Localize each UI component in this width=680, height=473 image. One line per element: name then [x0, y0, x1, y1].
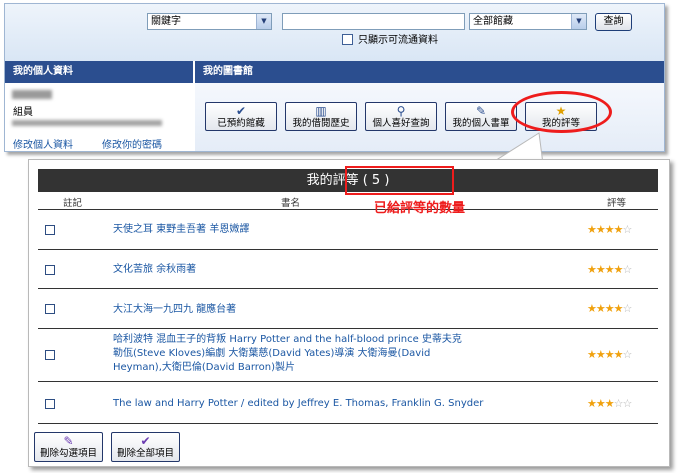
change-password-link[interactable]: 修改你的密碼 — [102, 136, 162, 151]
screenshot-stage: 關鍵字 ▼ 全部館藏 ▼ 查詢 只顯示可流通資料 我的個人資料 我的圖書館 組員… — [0, 0, 680, 473]
search-field-select[interactable]: 關鍵字 ▼ — [147, 13, 272, 30]
profile-header: 我的個人資料 — [5, 61, 193, 83]
reserved-items-label: 已預約館藏 — [217, 118, 265, 129]
table-row: 大江大海一九四九 龍應台著 ★★★★☆ — [38, 289, 658, 329]
row-checkbox[interactable] — [45, 265, 55, 275]
ratings-panel: 我的評等 ( 5 ) 註記 書名 評等 天使之耳 東野圭吾著 羊恩媺譯 ★★★★… — [28, 159, 670, 467]
check-delete-icon: ✔ — [140, 434, 151, 448]
star-rating: ★★★★☆ — [587, 348, 632, 361]
book-title-link[interactable]: The law and Harry Potter / edited by Jef… — [113, 397, 533, 411]
notepad-delete-icon: ✎ — [63, 434, 74, 448]
library-header: 我的圖書館 — [195, 61, 664, 83]
delete-all-label: 刪除全部項目 — [116, 448, 174, 459]
book-title-link[interactable]: 大江大海一九四九 龍應台著 — [113, 303, 468, 317]
row-checkbox[interactable] — [45, 304, 55, 314]
row-checkbox[interactable] — [45, 399, 55, 409]
search-bar: 關鍵字 ▼ 全部館藏 ▼ 查詢 只顯示可流通資料 — [5, 4, 664, 61]
row-checkbox[interactable] — [45, 350, 55, 360]
star-rating: ★★★☆☆ — [587, 397, 632, 410]
edit-profile-link[interactable]: 修改個人資料 — [13, 136, 73, 151]
column-rating: 評等 — [607, 198, 627, 209]
book-title-link[interactable]: 文化苦旅 余秋雨著 — [113, 263, 468, 277]
available-only-label: 只顯示可流通資料 — [358, 35, 438, 46]
search-field-select-value: 關鍵字 — [151, 16, 181, 27]
chevron-down-icon: ▼ — [256, 14, 271, 29]
ratings-count-annotation: 已給評等的數量 — [374, 201, 466, 216]
library-select[interactable]: 全部館藏 ▼ — [469, 13, 587, 30]
row-divider — [38, 423, 658, 424]
row-checkbox[interactable] — [45, 225, 55, 235]
chevron-down-icon: ▼ — [571, 14, 586, 29]
star-rating: ★★★★☆ — [587, 223, 632, 236]
redacted-email — [12, 120, 162, 126]
ratings-count-highlight — [345, 166, 454, 195]
table-row: 天使之耳 東野圭吾著 羊恩媺譯 ★★★★☆ — [38, 210, 658, 250]
preference-search-button[interactable]: ⚲ 個人喜好查詢 — [365, 102, 437, 131]
profile-body: 組員 修改個人資料 修改你的密碼 — [5, 83, 193, 151]
notepad-icon: ✎ — [475, 104, 487, 118]
reserved-items-button[interactable]: ✔ 已預約館藏 — [205, 102, 277, 131]
delete-checked-label: 刪除勾選項目 — [39, 448, 97, 459]
available-only-checkbox[interactable] — [342, 34, 353, 45]
preference-search-label: 個人喜好查詢 — [372, 118, 430, 129]
library-select-value: 全部館藏 — [473, 16, 513, 27]
column-title: 書名 — [281, 198, 301, 209]
check-icon: ✔ — [235, 104, 247, 118]
user-role: 組員 — [13, 107, 33, 118]
column-mark: 註記 — [63, 198, 83, 209]
ratings-button-highlight — [511, 91, 612, 133]
borrow-history-label: 我的借閱歷史 — [292, 118, 350, 129]
books-icon: ▥ — [315, 104, 327, 118]
star-rating: ★★★★☆ — [587, 263, 632, 276]
available-only-option[interactable]: 只顯示可流通資料 — [342, 34, 438, 48]
book-title-link[interactable]: 哈利波特 混血王子的背叛 Harry Potter and the half-b… — [113, 333, 468, 375]
delete-all-button[interactable]: ✔ 刪除全部項目 — [111, 432, 180, 462]
binoculars-icon: ⚲ — [396, 104, 406, 118]
borrow-history-button[interactable]: ▥ 我的借閱歷史 — [285, 102, 357, 131]
search-input[interactable] — [282, 13, 465, 30]
search-button[interactable]: 查詢 — [595, 13, 632, 31]
my-booklist-label: 我的個人書單 — [452, 118, 510, 129]
table-row: 文化苦旅 余秋雨著 ★★★★☆ — [38, 250, 658, 289]
star-rating: ★★★★☆ — [587, 302, 632, 315]
table-row: The law and Harry Potter / edited by Jef… — [38, 382, 658, 424]
delete-checked-button[interactable]: ✎ 刪除勾選項目 — [34, 432, 103, 462]
my-booklist-button[interactable]: ✎ 我的個人書單 — [445, 102, 517, 131]
table-row: 哈利波特 混血王子的背叛 Harry Potter and the half-b… — [38, 329, 658, 382]
redacted-name — [12, 90, 52, 99]
book-title-link[interactable]: 天使之耳 東野圭吾著 羊恩媺譯 — [113, 223, 468, 237]
